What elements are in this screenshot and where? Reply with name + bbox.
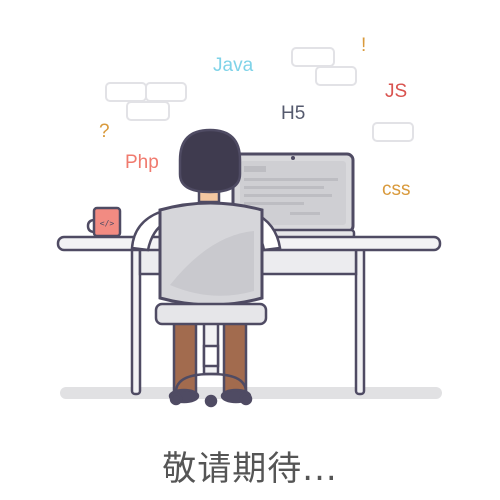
coming-soon-caption: 敬请期待... — [162, 449, 338, 489]
css-label: css — [382, 179, 411, 200]
person-head — [178, 128, 242, 204]
java-label: Java — [213, 55, 254, 76]
chair-backrest — [154, 201, 268, 326]
php-label: Php — [125, 152, 159, 173]
h5-label: H5 — [281, 103, 306, 124]
brick-clouds — [105, 47, 414, 142]
mug-label: </> — [100, 219, 115, 228]
exclamation-mark: ! — [361, 35, 367, 56]
js-label: JS — [385, 81, 408, 102]
question-mark: ? — [99, 121, 110, 142]
mug-icon: </> — [86, 206, 122, 238]
coming-soon-screen: </> Java JS H5 Php css ? ! 敬请期待... — [0, 0, 500, 500]
